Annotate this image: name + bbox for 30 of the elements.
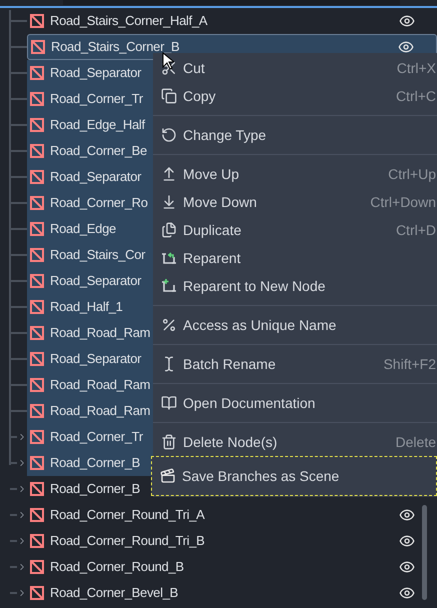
node-name: Road_Corner_Round_Tri_A	[50, 506, 204, 524]
node-name: Road_Road_Ram	[50, 324, 150, 342]
node-name: Road_Road_Ram	[50, 376, 150, 394]
node-name: Road_Stairs_Corner_B	[51, 38, 180, 56]
node-name: Road_Stairs_Cor	[50, 246, 146, 264]
node-name: Road_Stairs_Corner_Half_A	[50, 12, 208, 30]
node-name: Road_Separator	[50, 168, 142, 186]
node-name: Road_Corner_Tr	[50, 90, 143, 108]
node-name: Road_Corner_B	[50, 480, 140, 498]
node-name: Road_Corner_Ro	[50, 194, 148, 212]
shortcut-text: Ctrl+C	[396, 86, 436, 106]
node-name: Road_Edge_Half	[50, 116, 145, 134]
node-name: Road_Separator	[50, 64, 142, 82]
node-name: Road_Corner_Be	[50, 142, 147, 160]
node-name: Road_Corner_B	[50, 454, 140, 472]
shortcut-text: Ctrl+D	[396, 220, 436, 240]
node-name: Road_Road_Ram	[50, 402, 150, 420]
node-name: Road_Corner_Round_B	[50, 558, 184, 576]
node-name: Road_Separator	[50, 350, 142, 368]
node-name: Road_Corner_Tr	[50, 428, 143, 446]
node-name: Road_Corner_Round_Tri_B	[50, 532, 204, 550]
node-name: Road_Edge	[50, 220, 116, 238]
shortcut-text: Ctrl+Up	[388, 164, 436, 184]
node-name: Road_Half_1	[50, 298, 123, 316]
shortcut-text: Ctrl+X	[396, 58, 436, 78]
shortcut-text: Shift+F2	[383, 354, 436, 374]
shortcut-text: Ctrl+Down	[370, 192, 436, 212]
node-name: Road_Separator	[50, 272, 142, 290]
shortcut-text: Delete	[396, 432, 436, 452]
node-name: Road_Corner_Bevel_B	[50, 584, 178, 602]
